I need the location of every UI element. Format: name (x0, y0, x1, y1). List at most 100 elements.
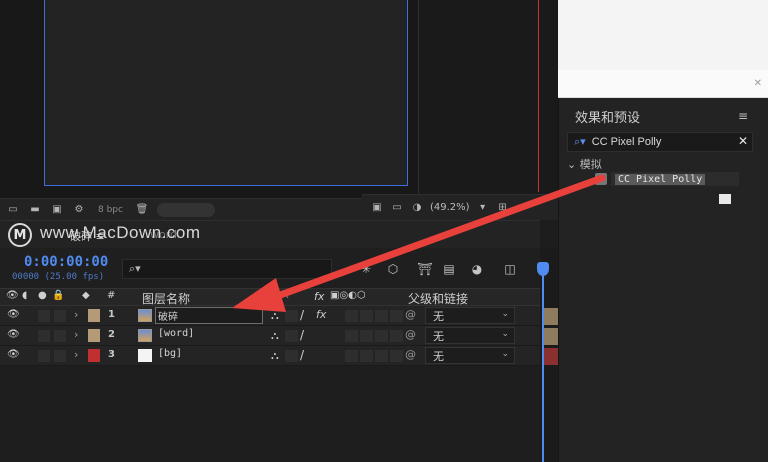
viewer-controls: ▣ ▭ ◑ (49.2%) ▾ ⊞ (362, 194, 558, 220)
interpret-footage-icon[interactable]: ▭ (6, 204, 20, 216)
lock-toggle[interactable] (54, 350, 66, 362)
solo-toggle[interactable] (38, 330, 50, 342)
effects-category[interactable]: ⌄ 模拟 (567, 156, 602, 172)
eye-icon[interactable]: 👁 (7, 329, 20, 340)
pickwhip-icon[interactable]: @ (405, 348, 416, 361)
trash-icon[interactable]: 🗑 (135, 204, 149, 216)
label-icon[interactable]: ◆ (82, 290, 90, 301)
comp-mini-flowchart-icon[interactable]: ✳ (358, 262, 374, 276)
chevron-right-icon[interactable]: › (74, 308, 78, 321)
timeline-tab-bar: 破碎 ≡ word M www.MacDown.com (0, 220, 540, 248)
viewer-slider[interactable] (156, 202, 215, 217)
label-color[interactable] (88, 349, 100, 362)
shy-switch-icon[interactable]: ⛬ (271, 309, 279, 323)
motion-blur-switch[interactable] (360, 330, 373, 342)
resolution-icon[interactable]: ⊞ (496, 202, 510, 214)
new-folder-icon[interactable]: ▬ (28, 204, 42, 216)
motion-blur-icon[interactable]: ◕ (469, 262, 485, 276)
layer-number: 1 (108, 309, 115, 320)
adjustment-switch[interactable] (375, 310, 388, 322)
chevron-right-icon[interactable]: › (74, 328, 78, 341)
audio-switch-icon[interactable]: ◖ (22, 290, 27, 301)
solo-toggle[interactable] (38, 310, 50, 322)
zoom-level[interactable]: (49.2%) (430, 202, 470, 213)
zoom-dropdown-icon[interactable]: ▾ (476, 202, 490, 214)
parent-select[interactable]: 无 ⌄ (425, 347, 515, 364)
video-switch-icon[interactable]: 👁 (6, 290, 19, 301)
column-hash: # (107, 290, 116, 301)
clear-search-icon[interactable]: ✕ (738, 134, 748, 148)
bit-depth-button[interactable]: 8 bpc (94, 204, 127, 216)
label-color[interactable] (88, 329, 100, 342)
shy-switch-icon[interactable]: ⛬ (271, 329, 279, 343)
render-settings-icon[interactable]: ⚙ (72, 204, 86, 216)
graph-editor-icon[interactable]: ◫ (502, 262, 518, 276)
eye-icon[interactable]: 👁 (7, 309, 20, 320)
adjustment-switch[interactable] (375, 330, 388, 342)
mask-visibility-icon[interactable]: ◑ (410, 202, 424, 214)
display-icon[interactable]: ▭ (390, 202, 404, 214)
column-layer-name[interactable]: 图层名称 (142, 290, 190, 307)
solo-icon[interactable]: ● (38, 290, 47, 301)
motion-blur-switch[interactable] (360, 310, 373, 322)
frame-blend-switch[interactable] (345, 330, 358, 342)
collapse-switch[interactable] (285, 350, 298, 362)
3d-switch[interactable] (390, 350, 403, 362)
3d-switch[interactable] (390, 330, 403, 342)
draft-3d-icon[interactable]: ⬡ (385, 262, 401, 276)
lock-toggle[interactable] (54, 310, 66, 322)
lock-toggle[interactable] (54, 330, 66, 342)
collapse-switch[interactable] (285, 310, 298, 322)
parent-select[interactable]: 无 ⌄ (425, 307, 515, 324)
quality-switch-icon[interactable]: / (300, 308, 304, 322)
pickwhip-icon[interactable]: @ (405, 328, 416, 341)
snapshot-icon[interactable]: ▣ (370, 202, 384, 214)
close-icon[interactable]: ✕ (754, 78, 762, 89)
switches-icons-2: ▣◎◐⬡ (330, 290, 366, 301)
layer-name[interactable]: [word] (158, 328, 194, 339)
3d-switch[interactable] (390, 310, 403, 322)
frame-blending-icon[interactable]: ▤ (441, 262, 457, 276)
solo-toggle[interactable] (38, 350, 50, 362)
comp-thumbnail-icon (138, 329, 152, 342)
effect-result-item[interactable]: CC Pixel Polly (595, 172, 739, 186)
layer-bar-1[interactable] (544, 308, 558, 325)
playhead-handle[interactable] (537, 262, 549, 276)
collapse-switch[interactable] (285, 330, 298, 342)
frame-blend-switch[interactable] (345, 310, 358, 322)
shy-layers-icon[interactable]: ⛩ (417, 262, 433, 276)
fx-switch-icon[interactable]: fx (316, 308, 326, 321)
adjustment-switch[interactable] (375, 350, 388, 362)
layer-row-1[interactable]: 👁 › 1 破碎 ⛬ / fx @ 无 ⌄ (0, 306, 540, 326)
column-parent-link[interactable]: 父级和链接 (408, 290, 468, 307)
layer-bar-3[interactable] (544, 348, 558, 365)
layer-row-2[interactable]: 👁 › 2 [word] ⛬ / @ 无 ⌄ (0, 326, 540, 346)
layer-viewer-panel[interactable] (418, 0, 558, 196)
layer-search-input[interactable]: ⌕▾ (122, 259, 332, 279)
quality-switch-icon[interactable]: / (300, 328, 304, 342)
frame-rate-display: 00000 (25.00 fps) (12, 272, 105, 282)
label-color[interactable] (88, 309, 100, 322)
layer-name[interactable]: [bg] (158, 348, 182, 359)
layer-bar-2[interactable] (544, 328, 558, 345)
comp-thumbnail-icon (138, 309, 152, 322)
motion-blur-switch[interactable] (360, 350, 373, 362)
layer-row-3[interactable]: 👁 › 3 [bg] ⛬ / @ 无 ⌄ (0, 346, 540, 366)
frame-blend-switch[interactable] (345, 350, 358, 362)
current-time-display[interactable]: 0:00:00:00 (24, 254, 108, 270)
panel-menu-icon[interactable]: ≡ (738, 109, 748, 123)
watermark-logo-icon: M (8, 223, 32, 247)
new-composition-icon[interactable]: ▣ (50, 204, 64, 216)
chevron-right-icon[interactable]: › (74, 348, 78, 361)
eye-icon[interactable]: 👁 (7, 349, 20, 360)
pickwhip-icon[interactable]: @ (405, 308, 416, 321)
composition-canvas[interactable] (44, 0, 408, 186)
playhead-line[interactable] (542, 262, 544, 462)
chevron-down-icon: ⌄ (501, 349, 509, 359)
timeline-empty-area[interactable] (0, 366, 540, 462)
effects-search-input[interactable]: ⌕▾ CC Pixel Polly ✕ (567, 132, 753, 152)
parent-select[interactable]: 无 ⌄ (425, 327, 515, 344)
lock-icon[interactable]: 🔒 (52, 290, 64, 301)
quality-switch-icon[interactable]: / (300, 348, 304, 362)
shy-switch-icon[interactable]: ⛬ (271, 349, 279, 363)
